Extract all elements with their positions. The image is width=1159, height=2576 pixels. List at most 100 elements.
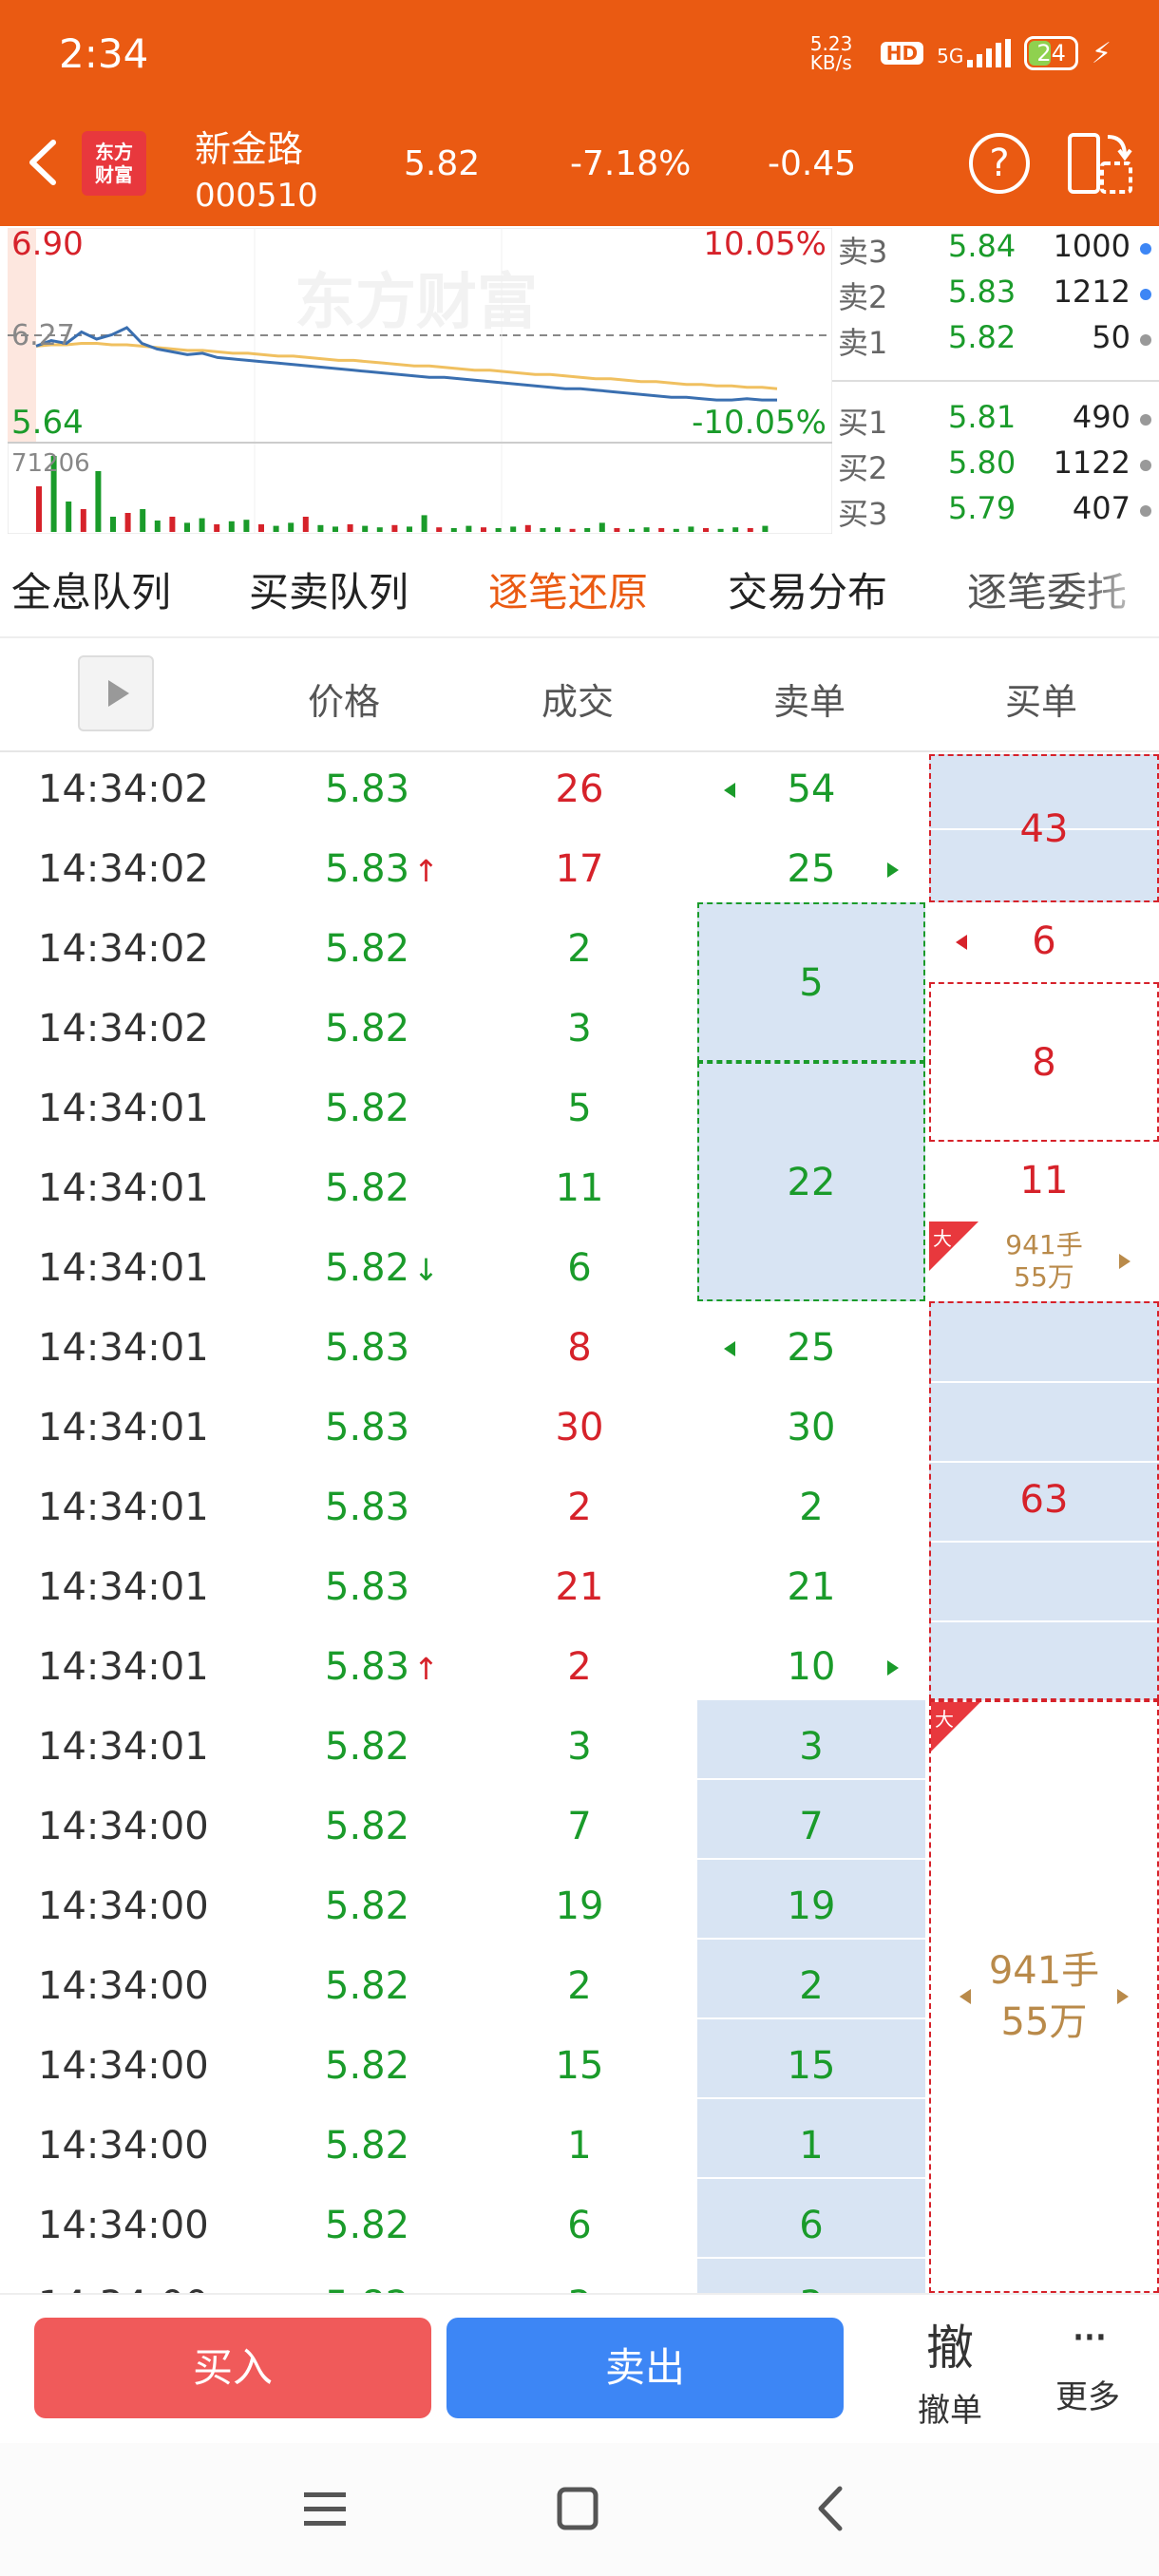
home-icon[interactable]	[557, 2487, 598, 2530]
tick-sell-volume: 15	[787, 2044, 836, 2088]
back-button[interactable]	[19, 129, 76, 196]
tick-deal-volume: 3	[567, 1725, 592, 1769]
rotate-screen-button[interactable]	[1066, 129, 1134, 198]
net-speed: 5.23 KB/s	[809, 32, 853, 74]
tick-time: 14:34:00	[38, 1805, 209, 1848]
tick-row[interactable]: 14:34:00 5.82 7 7	[0, 1788, 1159, 1867]
sell-button[interactable]: 卖出	[446, 2318, 844, 2418]
volume-bar	[629, 528, 635, 532]
tick-row[interactable]: 14:34:02 5.83 26 54	[0, 750, 1159, 830]
tick-row[interactable]: 14:34:01 5.83 ↑ 2 10	[0, 1628, 1159, 1708]
status-icons: 5.23 KB/s HD 5G 24 ⚡	[810, 34, 1112, 72]
tick-price: 5.83	[325, 1326, 410, 1370]
volume-bar	[110, 517, 116, 532]
tick-direction-arrow: ↑	[413, 853, 439, 889]
volume-bar	[154, 521, 161, 532]
ask-row-3: 卖3 5.84 1000	[832, 228, 1159, 274]
cancel-order-icon: 撤	[926, 2320, 974, 2376]
play-button[interactable]	[78, 655, 154, 731]
tick-row[interactable]: 14:34:00 5.82 15 15	[0, 2027, 1159, 2107]
volume-bar	[140, 509, 146, 532]
tab-bar: 全息队列 买卖队列 逐笔还原 交易分布 逐笔委托	[0, 538, 1159, 638]
volume-bar	[66, 502, 72, 532]
tick-deal-volume: 30	[555, 1406, 604, 1449]
tick-deal-volume: 2	[567, 1964, 592, 2008]
tick-row[interactable]: 14:34:02 5.82 2	[0, 910, 1159, 990]
volume-bar	[258, 524, 264, 532]
volume-bar	[199, 518, 205, 532]
back-nav-icon[interactable]	[813, 2485, 847, 2532]
tick-time: 14:34:00	[38, 2124, 209, 2168]
volume-bar	[584, 528, 591, 532]
volume-bar	[643, 527, 650, 532]
tick-price: 5.83 ↑	[325, 847, 439, 891]
tick-row[interactable]: 14:34:01 5.82 3 3	[0, 1708, 1159, 1788]
tick-row[interactable]: 14:34:01 5.82 5	[0, 1070, 1159, 1149]
volume-bar	[95, 471, 102, 532]
header-change-percent: -7.18%	[570, 144, 692, 183]
tick-row[interactable]: 14:34:00 5.82 2 2	[0, 1947, 1159, 2027]
tick-deal-volume: 6	[567, 2204, 592, 2247]
tick-row[interactable]: 14:34:01 5.83 21 21	[0, 1548, 1159, 1628]
help-button[interactable]: ?	[969, 133, 1030, 194]
ask-row-1: 卖1 5.82 50	[832, 319, 1159, 365]
tick-price: 5.82	[325, 2124, 410, 2168]
tick-row[interactable]: 14:34:02 5.83 ↑ 17 25	[0, 830, 1159, 910]
tick-time: 14:34:01	[38, 1486, 209, 1529]
tick-price: 5.82	[325, 2204, 410, 2247]
tick-price: 5.82 ↓	[325, 1246, 439, 1290]
volume-bar	[495, 528, 502, 532]
tick-price: 5.83	[325, 767, 410, 811]
volume-bar	[317, 524, 324, 532]
tick-row[interactable]: 14:34:01 5.83 8 25	[0, 1309, 1159, 1389]
tick-price: 5.82	[325, 1087, 410, 1130]
volume-bar	[421, 515, 428, 532]
stock-code: 000510	[195, 177, 318, 215]
tick-sell-volume: 2	[799, 1486, 824, 1529]
tick-price: 5.83 ↑	[325, 1645, 439, 1689]
tick-time: 14:34:02	[38, 847, 209, 891]
menu-icon[interactable]	[304, 2491, 346, 2529]
tab-tick-restore[interactable]: 逐笔还原	[488, 560, 648, 618]
volume-bar	[243, 520, 250, 532]
chart-mid-label: 6.27	[11, 319, 75, 352]
tick-time: 14:34:01	[38, 1565, 209, 1609]
buy-button[interactable]: 买入	[34, 2318, 431, 2418]
tick-time: 14:34:01	[38, 1725, 209, 1769]
tick-row[interactable]: 14:34:00 5.82 6 6	[0, 2187, 1159, 2266]
volume-bar	[169, 517, 176, 532]
tab-trade-distribution[interactable]: 交易分布	[728, 560, 887, 618]
tick-time: 14:34:01	[38, 1326, 209, 1370]
order-book[interactable]: 卖3 5.84 1000 卖2 5.83 1212 卖1 5.82 50 买1 5.81 490…	[832, 228, 1159, 534]
volume-max-label: 71206	[11, 449, 90, 478]
tick-row[interactable]: 14:34:01 5.82 11	[0, 1149, 1159, 1229]
column-buy: 买单	[1005, 681, 1078, 723]
tick-row[interactable]: 14:34:00 5.82 19 19	[0, 1867, 1159, 1947]
tick-row[interactable]: 14:34:02 5.82 3	[0, 990, 1159, 1070]
tick-row[interactable]: 14:34:01 5.82 ↓ 6	[0, 1229, 1159, 1309]
cancel-order-button[interactable]: 撤 撤单	[893, 2308, 1007, 2432]
ask-3-dot	[1140, 243, 1151, 255]
volume-bar	[614, 528, 620, 532]
intraday-chart[interactable]: 东方财富 6.90 10.05% 6.27 5.64 -10.05% 71206	[7, 225, 833, 535]
tick-row[interactable]: 14:34:01 5.83 2 2	[0, 1468, 1159, 1548]
more-button[interactable]: ··· 更多	[1036, 2308, 1140, 2432]
ask-row-2: 卖2 5.83 1212	[832, 274, 1159, 319]
ask-1-dot	[1140, 334, 1151, 346]
tick-time: 14:34:00	[38, 1964, 209, 2008]
volume-bar	[732, 527, 739, 532]
charging-icon: ⚡	[1091, 36, 1112, 70]
tick-deal-volume: 2	[567, 1645, 592, 1689]
tick-time: 14:34:01	[38, 1246, 209, 1290]
tick-row[interactable]: 14:34:00 5.82 1 1	[0, 2107, 1159, 2187]
tab-fade	[1083, 538, 1159, 633]
volume-bar	[407, 526, 412, 532]
volume-bar	[347, 524, 353, 532]
tab-full-queue[interactable]: 全息队列	[11, 560, 171, 618]
tick-row[interactable]: 14:34:01 5.83 30 30	[0, 1389, 1159, 1468]
tick-deal-volume: 8	[567, 1326, 592, 1370]
tab-bid-ask-queue[interactable]: 买卖队列	[249, 560, 408, 618]
tick-price: 5.82	[325, 1166, 410, 1210]
tick-time: 14:34:01	[38, 1645, 209, 1689]
tick-sell-volume: 30	[787, 1406, 836, 1449]
